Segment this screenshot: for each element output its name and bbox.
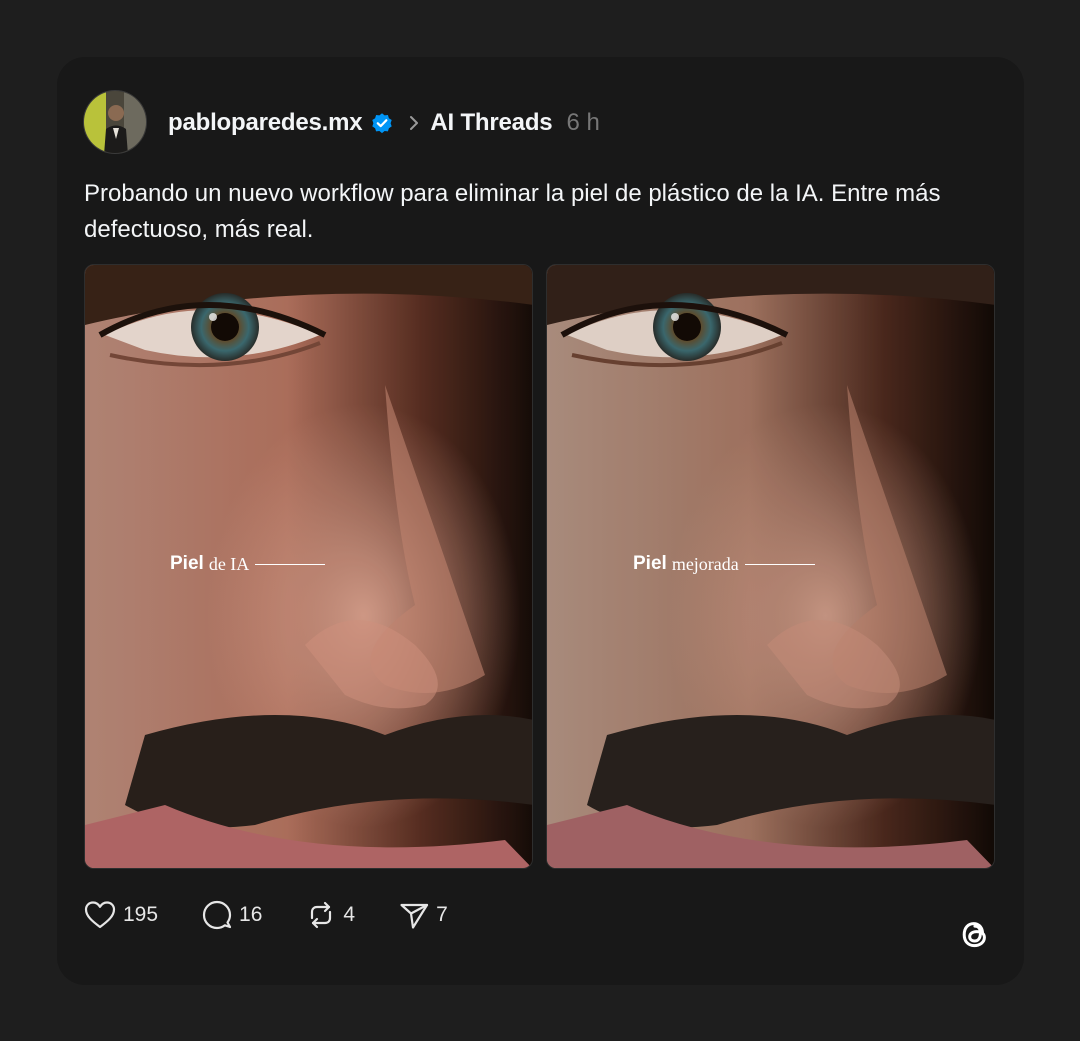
share-count: 7 (436, 903, 448, 926)
overlay-label-serif: de IA (208, 553, 250, 574)
threads-logo-icon[interactable] (954, 914, 994, 954)
post-image-ai-skin[interactable]: Piel de IA (84, 264, 533, 869)
repost-button[interactable]: 4 (306, 900, 355, 930)
comment-button[interactable]: 16 (202, 900, 262, 930)
overlay-label-improved-skin: Piel mejorada (633, 553, 815, 575)
heart-icon (84, 901, 116, 929)
post-image-improved-skin[interactable]: Piel mejorada (546, 264, 995, 869)
verified-badge-icon (370, 111, 394, 135)
community-link[interactable]: AI Threads (430, 109, 552, 137)
send-icon (400, 903, 429, 929)
post-header: pabloparedes.mx AI Threads 6 h (168, 103, 600, 143)
post-timestamp[interactable]: 6 h (566, 109, 599, 137)
comment-bubble-icon (202, 900, 232, 930)
post-text: Probando un nuevo workflow para eliminar… (84, 180, 941, 243)
chevron-right-icon (408, 114, 420, 132)
repost-icon (311, 901, 332, 929)
repost-count: 4 (343, 903, 356, 926)
overlay-line (744, 563, 815, 565)
post-card: pabloparedes.mx AI Threads 6 h Probando … (57, 57, 1024, 985)
username-link[interactable]: pabloparedes.mx (168, 109, 363, 137)
like-button[interactable]: 195 (84, 900, 158, 930)
overlay-label-bold: Piel (170, 553, 204, 574)
share-button[interactable]: 7 (399, 900, 448, 930)
like-count: 195 (123, 903, 159, 926)
overlay-line (255, 563, 326, 565)
avatar[interactable] (83, 90, 147, 154)
comment-count: 16 (239, 903, 263, 926)
overlay-label-ai-skin: Piel de IA (170, 553, 326, 575)
post-actions: 195 16 4 7 (84, 900, 492, 930)
overlay-label-bold: Piel (633, 553, 667, 574)
overlay-label-serif: mejorada (671, 553, 739, 574)
